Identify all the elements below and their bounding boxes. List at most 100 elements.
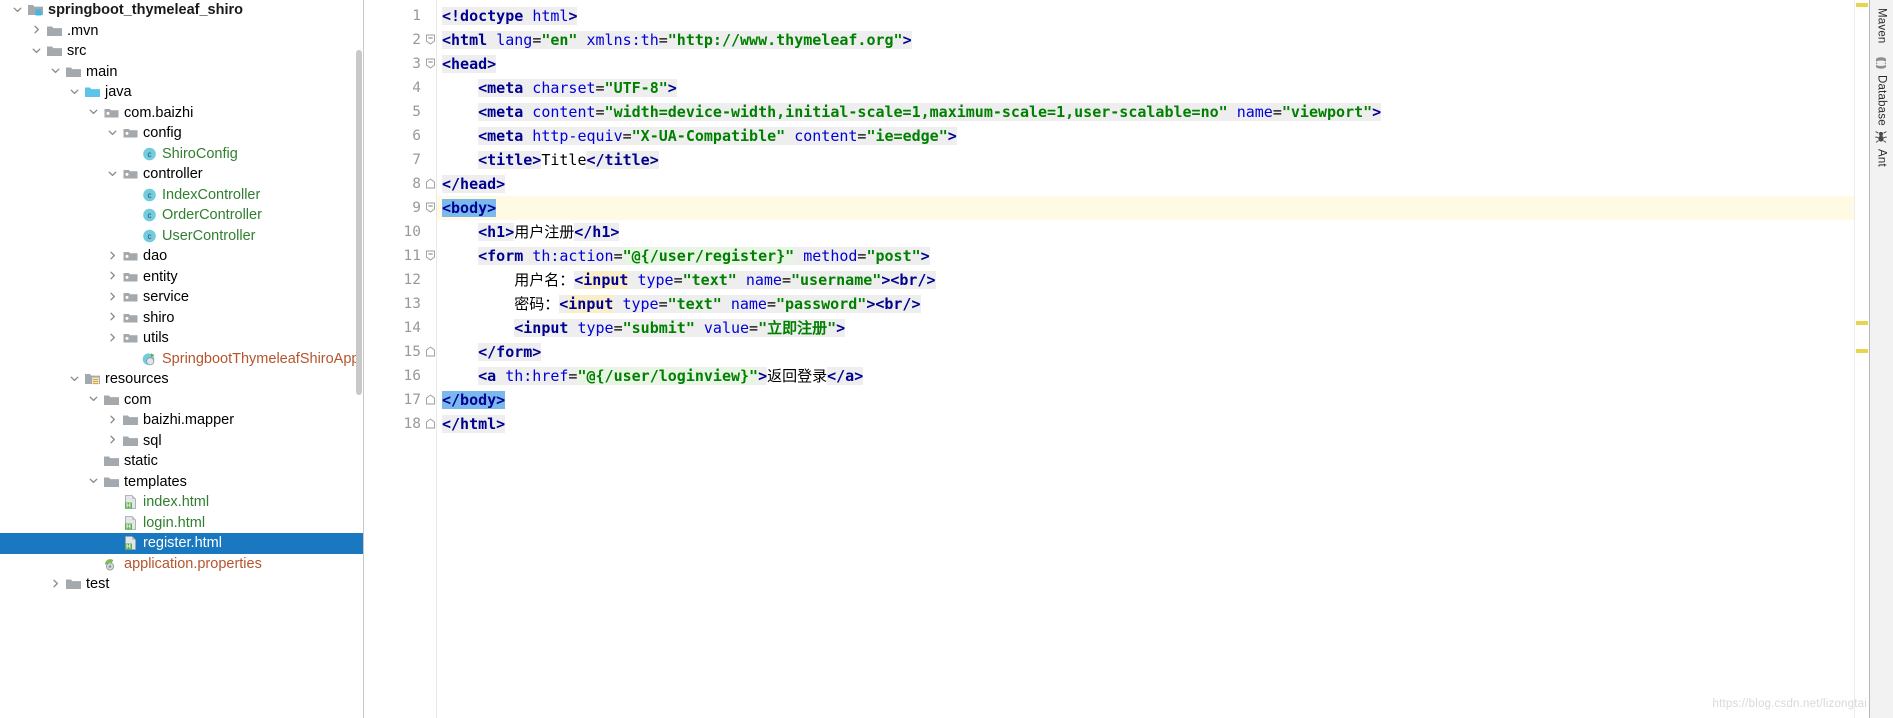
code-line[interactable]: </html> (442, 412, 506, 436)
code-line[interactable]: <form th:action="@{/user/register}" meth… (478, 244, 930, 268)
chevron-down-icon[interactable] (69, 86, 82, 99)
tree-node-java[interactable]: java (0, 82, 363, 103)
tree-node-dao[interactable]: dao (0, 246, 363, 267)
right-tool-window-bar[interactable]: Maven Database Ant (1869, 0, 1893, 718)
tree-node-login-html[interactable]: Hlogin.html (0, 513, 363, 534)
html-file-icon: H (122, 535, 139, 551)
code-token: "viewport" (1281, 103, 1373, 121)
editor-marker[interactable] (1856, 349, 1868, 353)
code-line[interactable]: <a th:href="@{/user/loginview}">返回登录</a> (478, 364, 864, 388)
chevron-right-icon[interactable] (107, 311, 120, 324)
tree-node-config[interactable]: config (0, 123, 363, 144)
tree-node-usercontroller[interactable]: c UserController (0, 226, 363, 247)
code-line[interactable]: <!doctype html> (442, 4, 578, 28)
svg-text:H: H (126, 503, 131, 510)
code-fold-handle[interactable] (425, 340, 436, 364)
tool-window-button-ant[interactable]: Ant (1870, 130, 1893, 167)
editor-marker[interactable] (1856, 321, 1868, 325)
chevron-down-icon[interactable] (107, 127, 120, 140)
chevron-down-icon[interactable] (12, 4, 25, 17)
tree-node-label: main (86, 63, 118, 80)
tree-node-test[interactable]: test (0, 574, 363, 595)
code-token: = (658, 295, 668, 313)
chevron-right-icon[interactable] (107, 414, 120, 427)
editor-gutter[interactable]: 1 2 3 4 5 6 7 8 9 10 11 12 13 14 15 16 17 18 (364, 0, 436, 718)
tree-node-sql[interactable]: sql (0, 431, 363, 452)
chevron-down-icon[interactable] (107, 168, 120, 181)
tree-node-shiro[interactable]: shiro (0, 308, 363, 329)
code-token: > (667, 79, 677, 97)
tree-node-controller[interactable]: controller (0, 164, 363, 185)
editor-code-text[interactable]: <!doctype html> <html lang="en" xmlns:th=… (437, 0, 1869, 718)
code-token: "text" (667, 295, 722, 313)
code-line[interactable]: <meta charset="UTF-8"> (478, 76, 677, 100)
code-token: html (532, 7, 569, 25)
tree-node-utils[interactable]: utils (0, 328, 363, 349)
tree-node-springbootthymeleafshiroappli[interactable]: SpringbootThymeleafShiroAppli (0, 349, 363, 370)
tool-window-button-maven[interactable]: Maven (1870, 8, 1893, 44)
project-tree-panel[interactable]: springboot_thymeleaf_shiro .mvn src main jav… (0, 0, 364, 718)
chevron-right-icon[interactable] (31, 24, 44, 37)
chevron-right-icon[interactable] (107, 291, 120, 304)
chevron-right-icon[interactable] (107, 332, 120, 345)
tree-node-entity[interactable]: entity (0, 267, 363, 288)
chevron-right-icon[interactable] (50, 578, 63, 591)
tree-node-static[interactable]: static (0, 451, 363, 472)
code-line[interactable]: <title>Title</title> (478, 148, 659, 172)
tree-node-src[interactable]: src (0, 41, 363, 62)
code-fold-handle[interactable] (425, 172, 436, 196)
code-fold-handle[interactable] (425, 52, 436, 76)
tree-node-com-baizhi[interactable]: com.baizhi (0, 103, 363, 124)
code-line[interactable]: <body> (442, 196, 497, 220)
editor-marker-gutter[interactable] (1854, 0, 1869, 718)
tool-window-button-database[interactable]: Database (1870, 56, 1893, 126)
code-fold-handle[interactable] (425, 196, 436, 220)
tree-node-label: controller (143, 166, 203, 183)
code-line[interactable]: </head> (442, 172, 506, 196)
chevron-down-icon[interactable] (69, 373, 82, 386)
code-fold-handle[interactable] (425, 244, 436, 268)
code-line[interactable]: <html lang="en" xmlns:th="http://www.thy… (442, 28, 912, 52)
tree-node-ordercontroller[interactable]: c OrderController (0, 205, 363, 226)
tree-node-main[interactable]: main (0, 62, 363, 83)
code-line[interactable]: <head> (442, 52, 497, 76)
code-token: type (622, 295, 659, 313)
code-editor[interactable]: 1 2 3 4 5 6 7 8 9 10 11 12 13 14 15 16 17 18 <!doctype ht… (364, 0, 1869, 718)
tree-node-service[interactable]: service (0, 287, 363, 308)
tree-node-index-html[interactable]: Hindex.html (0, 492, 363, 513)
project-tree-scrollbar[interactable] (356, 50, 362, 395)
chevron-right-icon[interactable] (107, 270, 120, 283)
code-fold-handle[interactable] (425, 412, 436, 436)
code-line[interactable]: </form> (478, 340, 542, 364)
chevron-down-icon[interactable] (50, 65, 63, 78)
code-line[interactable]: <h1>用户注册</h1> (478, 220, 620, 244)
chevron-down-icon[interactable] (88, 475, 101, 488)
tree-node-register-html[interactable]: Hregister.html (0, 533, 363, 554)
chevron-down-icon[interactable] (88, 393, 101, 406)
code-line[interactable]: <meta content="width=device-width,initia… (478, 100, 1382, 124)
chevron-right-icon[interactable] (107, 250, 120, 263)
tree-node-shiroconfig[interactable]: c ShiroConfig (0, 144, 363, 165)
code-line[interactable]: 密码：<input type="text" name="password"><b… (514, 292, 921, 316)
code-line[interactable]: </body> (442, 388, 506, 412)
code-fold-handle[interactable] (425, 28, 436, 52)
tree-node-resources[interactable]: resources (0, 369, 363, 390)
tree-node-templates[interactable]: templates (0, 472, 363, 493)
code-fold-handle[interactable] (425, 388, 436, 412)
code-line[interactable]: <meta http-equiv="X-UA-Compatible" conte… (478, 124, 957, 148)
editor-marker[interactable] (1856, 3, 1868, 7)
tree-node-springboot-thymeleaf-shiro[interactable]: springboot_thymeleaf_shiro (0, 0, 363, 21)
tree-node--mvn[interactable]: .mvn (0, 21, 363, 42)
chevron-right-icon[interactable] (107, 434, 120, 447)
code-line[interactable]: <input type="submit" value="立即注册"> (514, 316, 846, 340)
tree-node-baizhi-mapper[interactable]: baizhi.mapper (0, 410, 363, 431)
tree-node-application-properties[interactable]: application.properties (0, 554, 363, 575)
chevron-down-icon[interactable] (88, 106, 101, 119)
tool-window-label: Maven (1875, 8, 1888, 44)
code-line[interactable]: 用户名：<input type="text" name="username"><… (514, 268, 936, 292)
line-number: 16 (403, 368, 421, 384)
tree-node-label: config (143, 125, 182, 142)
chevron-down-icon[interactable] (31, 45, 44, 58)
tree-node-com[interactable]: com (0, 390, 363, 411)
tree-node-indexcontroller[interactable]: c IndexController (0, 185, 363, 206)
